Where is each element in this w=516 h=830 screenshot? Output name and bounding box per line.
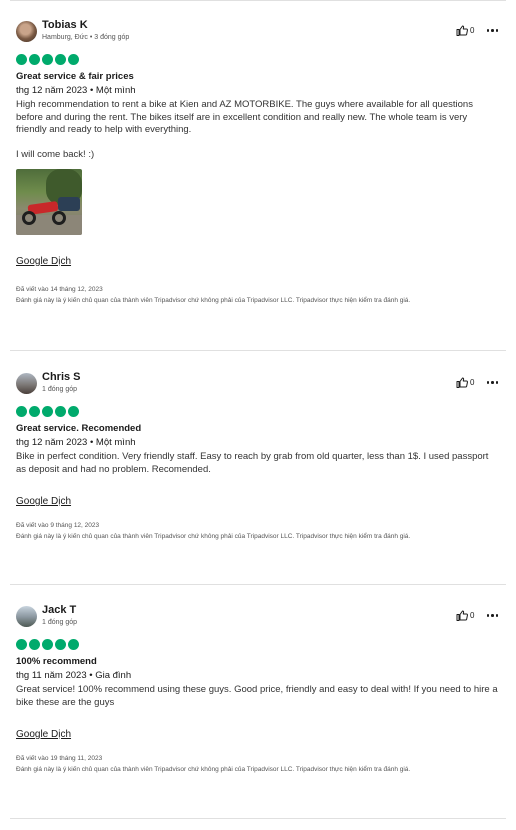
- review-card: Tobias K Hamburg, Đức • 3 đóng góp 0 Gre…: [16, 18, 500, 304]
- rating-bubbles: [16, 639, 500, 650]
- reviewer-name[interactable]: Chris S: [42, 371, 81, 383]
- rating-bubble-icon: [42, 639, 53, 650]
- avatar[interactable]: [16, 21, 37, 42]
- review-photo[interactable]: [16, 168, 82, 235]
- reviewer-name[interactable]: Tobias K: [42, 19, 88, 31]
- written-date: Đã viết vào 14 tháng 12, 2023: [16, 285, 103, 293]
- avatar[interactable]: [16, 606, 37, 627]
- review-header: Chris S 1 đóng góp 0: [16, 370, 500, 400]
- review-disclaimer: Đánh giá này là ý kiến chủ quan của thàn…: [16, 766, 411, 773]
- review-title[interactable]: 100% recommend: [16, 656, 500, 667]
- divider: [10, 584, 506, 585]
- written-date: Đã viết vào 19 tháng 11, 2023: [16, 755, 103, 762]
- rating-bubbles: [16, 406, 500, 417]
- review-paragraph: Great service! 100% recommend using thes…: [16, 684, 498, 708]
- thumbs-up-icon: [456, 25, 469, 36]
- review-title[interactable]: Great service. Recomended: [16, 423, 500, 434]
- review-actions: 0: [456, 610, 500, 621]
- reviewer-meta: Hamburg, Đức • 3 đóng góp: [42, 34, 130, 41]
- review-paragraph: Bike in perfect condition. Very friendly…: [16, 451, 489, 475]
- review-body: High recommendation to rent a bike at Ki…: [16, 99, 500, 162]
- review-header: Tobias K Hamburg, Đức • 3 đóng góp 0: [16, 18, 500, 48]
- reviewer-meta: 1 đóng góp: [42, 619, 78, 626]
- divider: [10, 350, 506, 351]
- review-header: Jack T 1 đóng góp 0: [16, 603, 500, 633]
- like-button[interactable]: 0: [456, 25, 475, 36]
- rating-bubble-icon: [29, 639, 40, 650]
- rating-bubble-icon: [55, 54, 66, 65]
- review-card: Chris S 1 đóng góp 0 Great service. Reco…: [16, 370, 500, 540]
- rating-bubbles: [16, 54, 500, 65]
- review-disclaimer: Đánh giá này là ý kiến chủ quan của thàn…: [16, 533, 411, 540]
- thumbs-up-icon: [456, 610, 469, 621]
- rating-bubble-icon: [29, 406, 40, 417]
- review-actions: 0: [456, 25, 500, 36]
- more-options-icon[interactable]: [485, 610, 501, 621]
- rating-bubble-icon: [29, 54, 40, 65]
- rating-bubble-icon: [16, 406, 27, 417]
- review-title[interactable]: Great service & fair prices: [16, 71, 500, 82]
- review-date-line: thg 11 năm 2023 • Gia đình: [16, 670, 132, 681]
- rating-bubble-icon: [55, 639, 66, 650]
- like-count: 0: [470, 611, 475, 620]
- divider: [10, 818, 506, 819]
- rating-bubble-icon: [16, 639, 27, 650]
- review-card: Jack T 1 đóng góp 0 100% recommend thg 1…: [16, 603, 500, 773]
- reviewer-name[interactable]: Jack T: [42, 604, 76, 616]
- like-count: 0: [470, 26, 475, 35]
- review-disclaimer: Đánh giá này là ý kiến chủ quan của thàn…: [16, 296, 411, 304]
- review-body: Bike in perfect condition. Very friendly…: [16, 451, 500, 476]
- like-count: 0: [470, 378, 475, 387]
- review-actions: 0: [456, 377, 500, 388]
- reviewer-meta: 1 đóng góp: [42, 386, 78, 393]
- review-paragraph: High recommendation to rent a bike at Ki…: [16, 99, 473, 135]
- more-options-icon[interactable]: [485, 25, 501, 36]
- google-translate-link[interactable]: Google Dịch: [16, 256, 71, 267]
- google-translate-link[interactable]: Google Dịch: [16, 729, 71, 740]
- rating-bubble-icon: [42, 406, 53, 417]
- avatar[interactable]: [16, 373, 37, 394]
- rating-bubble-icon: [16, 54, 27, 65]
- rating-bubble-icon: [42, 54, 53, 65]
- more-options-icon[interactable]: [485, 377, 501, 388]
- like-button[interactable]: 0: [456, 377, 475, 388]
- written-date: Đã viết vào 9 tháng 12, 2023: [16, 522, 100, 529]
- rating-bubble-icon: [68, 639, 79, 650]
- thumbs-up-icon: [456, 377, 469, 388]
- rating-bubble-icon: [68, 54, 79, 65]
- review-date-line: thg 12 năm 2023 • Một mình: [16, 437, 136, 448]
- review-paragraph: I will come back! :): [16, 149, 95, 160]
- reviews-page: Tobias K Hamburg, Đức • 3 đóng góp 0 Gre…: [0, 0, 516, 830]
- review-date-line: thg 12 năm 2023 • Một mình: [16, 85, 136, 96]
- review-body: Great service! 100% recommend using thes…: [16, 684, 500, 709]
- like-button[interactable]: 0: [456, 610, 475, 621]
- google-translate-link[interactable]: Google Dịch: [16, 496, 71, 507]
- divider: [10, 0, 506, 1]
- rating-bubble-icon: [68, 406, 79, 417]
- rating-bubble-icon: [55, 406, 66, 417]
